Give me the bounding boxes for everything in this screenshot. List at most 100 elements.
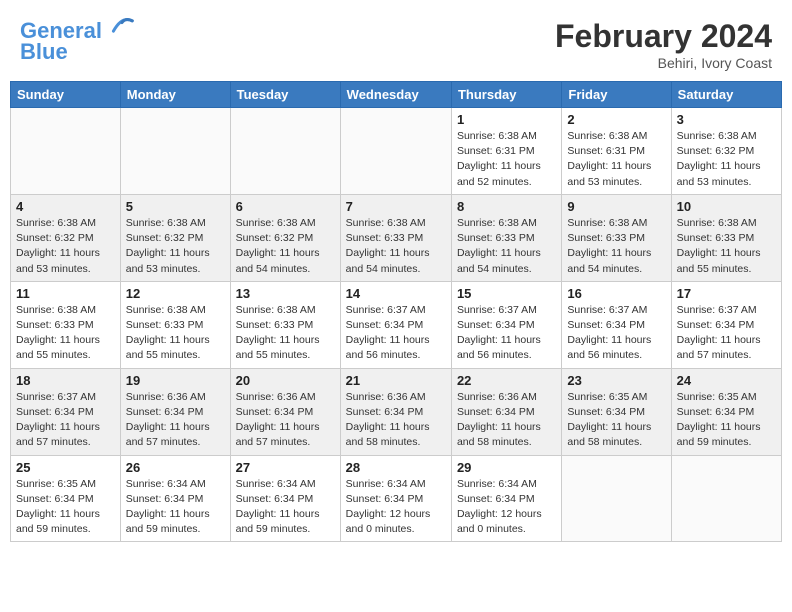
calendar-week-1: 1 Sunrise: 6:38 AMSunset: 6:31 PMDaylight… xyxy=(11,108,782,195)
day-number: 4 xyxy=(16,199,115,214)
day-number: 15 xyxy=(457,286,556,301)
day-number: 7 xyxy=(346,199,446,214)
weekday-header-sunday: Sunday xyxy=(11,82,121,108)
logo: General Blue xyxy=(20,18,134,65)
calendar-cell xyxy=(120,108,230,195)
location: Behiri, Ivory Coast xyxy=(555,55,772,71)
day-info: Sunrise: 6:37 AMSunset: 6:34 PMDaylight:… xyxy=(457,303,556,364)
day-info: Sunrise: 6:38 AMSunset: 6:33 PMDaylight:… xyxy=(16,303,115,364)
month-year: February 2024 xyxy=(555,18,772,55)
day-number: 22 xyxy=(457,373,556,388)
day-number: 1 xyxy=(457,112,556,127)
day-info: Sunrise: 6:37 AMSunset: 6:34 PMDaylight:… xyxy=(346,303,446,364)
day-number: 29 xyxy=(457,460,556,475)
day-number: 17 xyxy=(677,286,776,301)
calendar-cell: 12 Sunrise: 6:38 AMSunset: 6:33 PMDayligh… xyxy=(120,281,230,368)
calendar-cell: 5 Sunrise: 6:38 AMSunset: 6:32 PMDaylight… xyxy=(120,194,230,281)
calendar-cell: 14 Sunrise: 6:37 AMSunset: 6:34 PMDayligh… xyxy=(340,281,451,368)
calendar-table: SundayMondayTuesdayWednesdayThursdayFrid… xyxy=(10,81,782,542)
day-info: Sunrise: 6:37 AMSunset: 6:34 PMDaylight:… xyxy=(16,390,115,451)
day-info: Sunrise: 6:35 AMSunset: 6:34 PMDaylight:… xyxy=(567,390,665,451)
weekday-header-tuesday: Tuesday xyxy=(230,82,340,108)
day-number: 21 xyxy=(346,373,446,388)
calendar-cell: 17 Sunrise: 6:37 AMSunset: 6:34 PMDayligh… xyxy=(671,281,781,368)
day-number: 10 xyxy=(677,199,776,214)
calendar-cell: 21 Sunrise: 6:36 AMSunset: 6:34 PMDayligh… xyxy=(340,368,451,455)
calendar-cell: 8 Sunrise: 6:38 AMSunset: 6:33 PMDaylight… xyxy=(451,194,561,281)
day-info: Sunrise: 6:38 AMSunset: 6:31 PMDaylight:… xyxy=(567,129,665,190)
calendar-cell xyxy=(230,108,340,195)
day-info: Sunrise: 6:34 AMSunset: 6:34 PMDaylight:… xyxy=(457,477,556,538)
calendar-cell: 4 Sunrise: 6:38 AMSunset: 6:32 PMDaylight… xyxy=(11,194,121,281)
calendar-cell: 22 Sunrise: 6:36 AMSunset: 6:34 PMDayligh… xyxy=(451,368,561,455)
day-info: Sunrise: 6:38 AMSunset: 6:32 PMDaylight:… xyxy=(677,129,776,190)
day-info: Sunrise: 6:38 AMSunset: 6:33 PMDaylight:… xyxy=(567,216,665,277)
day-info: Sunrise: 6:38 AMSunset: 6:33 PMDaylight:… xyxy=(236,303,335,364)
calendar-cell: 7 Sunrise: 6:38 AMSunset: 6:33 PMDaylight… xyxy=(340,194,451,281)
day-info: Sunrise: 6:35 AMSunset: 6:34 PMDaylight:… xyxy=(677,390,776,451)
day-info: Sunrise: 6:38 AMSunset: 6:33 PMDaylight:… xyxy=(126,303,225,364)
day-info: Sunrise: 6:34 AMSunset: 6:34 PMDaylight:… xyxy=(346,477,446,538)
day-info: Sunrise: 6:37 AMSunset: 6:34 PMDaylight:… xyxy=(677,303,776,364)
day-number: 24 xyxy=(677,373,776,388)
calendar-cell: 29 Sunrise: 6:34 AMSunset: 6:34 PMDayligh… xyxy=(451,455,561,542)
calendar-cell xyxy=(671,455,781,542)
day-number: 18 xyxy=(16,373,115,388)
weekday-header-thursday: Thursday xyxy=(451,82,561,108)
calendar-week-4: 18 Sunrise: 6:37 AMSunset: 6:34 PMDayligh… xyxy=(11,368,782,455)
weekday-header-row: SundayMondayTuesdayWednesdayThursdayFrid… xyxy=(11,82,782,108)
day-number: 14 xyxy=(346,286,446,301)
calendar-cell: 24 Sunrise: 6:35 AMSunset: 6:34 PMDayligh… xyxy=(671,368,781,455)
day-number: 12 xyxy=(126,286,225,301)
calendar-cell: 11 Sunrise: 6:38 AMSunset: 6:33 PMDayligh… xyxy=(11,281,121,368)
weekday-header-friday: Friday xyxy=(562,82,671,108)
day-info: Sunrise: 6:38 AMSunset: 6:33 PMDaylight:… xyxy=(457,216,556,277)
day-info: Sunrise: 6:36 AMSunset: 6:34 PMDaylight:… xyxy=(236,390,335,451)
day-info: Sunrise: 6:38 AMSunset: 6:32 PMDaylight:… xyxy=(16,216,115,277)
day-info: Sunrise: 6:34 AMSunset: 6:34 PMDaylight:… xyxy=(236,477,335,538)
calendar-cell: 20 Sunrise: 6:36 AMSunset: 6:34 PMDayligh… xyxy=(230,368,340,455)
day-number: 13 xyxy=(236,286,335,301)
day-number: 5 xyxy=(126,199,225,214)
calendar-cell: 6Sunrise: 6:38 AMSunset: 6:32 PMDaylight… xyxy=(230,194,340,281)
day-number: 11 xyxy=(16,286,115,301)
calendar-cell: 16 Sunrise: 6:37 AMSunset: 6:34 PMDayligh… xyxy=(562,281,671,368)
day-number: 25 xyxy=(16,460,115,475)
weekday-header-monday: Monday xyxy=(120,82,230,108)
calendar-cell: 23 Sunrise: 6:35 AMSunset: 6:34 PMDayligh… xyxy=(562,368,671,455)
calendar-cell: 13 Sunrise: 6:38 AMSunset: 6:33 PMDayligh… xyxy=(230,281,340,368)
page-header: General Blue February 2024 Behiri, Ivory… xyxy=(10,10,782,75)
day-number: 23 xyxy=(567,373,665,388)
day-info: Sunrise: 6:38 AMSunset: 6:32 PMDaylight:… xyxy=(126,216,225,277)
calendar-cell: 3Sunrise: 6:38 AMSunset: 6:32 PMDaylight… xyxy=(671,108,781,195)
weekday-header-saturday: Saturday xyxy=(671,82,781,108)
day-number: 9 xyxy=(567,199,665,214)
calendar-cell: 15 Sunrise: 6:37 AMSunset: 6:34 PMDayligh… xyxy=(451,281,561,368)
calendar-cell xyxy=(562,455,671,542)
calendar-week-3: 11 Sunrise: 6:38 AMSunset: 6:33 PMDayligh… xyxy=(11,281,782,368)
calendar-cell: 26Sunrise: 6:34 AMSunset: 6:34 PMDayligh… xyxy=(120,455,230,542)
day-info: Sunrise: 6:38 AMSunset: 6:33 PMDaylight:… xyxy=(677,216,776,277)
calendar-week-2: 4 Sunrise: 6:38 AMSunset: 6:32 PMDaylight… xyxy=(11,194,782,281)
day-number: 8 xyxy=(457,199,556,214)
day-number: 20 xyxy=(236,373,335,388)
logo-icon xyxy=(110,14,134,38)
day-info: Sunrise: 6:37 AMSunset: 6:34 PMDaylight:… xyxy=(567,303,665,364)
day-number: 16 xyxy=(567,286,665,301)
day-info: Sunrise: 6:36 AMSunset: 6:34 PMDaylight:… xyxy=(126,390,225,451)
calendar-cell: 2Sunrise: 6:38 AMSunset: 6:31 PMDaylight… xyxy=(562,108,671,195)
day-info: Sunrise: 6:36 AMSunset: 6:34 PMDaylight:… xyxy=(346,390,446,451)
day-number: 19 xyxy=(126,373,225,388)
calendar-cell: 19 Sunrise: 6:36 AMSunset: 6:34 PMDayligh… xyxy=(120,368,230,455)
day-info: Sunrise: 6:38 AMSunset: 6:32 PMDaylight:… xyxy=(236,216,335,277)
day-info: Sunrise: 6:35 AMSunset: 6:34 PMDaylight:… xyxy=(16,477,115,538)
day-number: 28 xyxy=(346,460,446,475)
calendar-cell xyxy=(11,108,121,195)
calendar-cell xyxy=(340,108,451,195)
day-info: Sunrise: 6:38 AMSunset: 6:33 PMDaylight:… xyxy=(346,216,446,277)
calendar-cell: 28 Sunrise: 6:34 AMSunset: 6:34 PMDayligh… xyxy=(340,455,451,542)
calendar-cell: 9 Sunrise: 6:38 AMSunset: 6:33 PMDaylight… xyxy=(562,194,671,281)
day-info: Sunrise: 6:36 AMSunset: 6:34 PMDaylight:… xyxy=(457,390,556,451)
day-number: 26 xyxy=(126,460,225,475)
calendar-cell: 10 Sunrise: 6:38 AMSunset: 6:33 PMDayligh… xyxy=(671,194,781,281)
